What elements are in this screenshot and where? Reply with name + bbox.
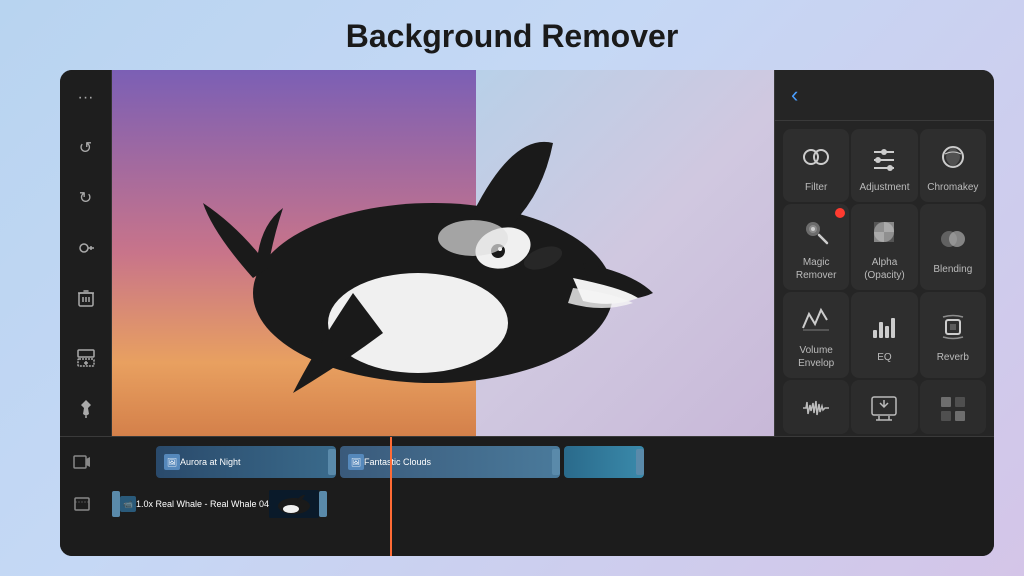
clip-aurora-label: Aurora at Night	[180, 457, 241, 467]
panel-item-volume[interactable]: Volume Envelop	[783, 292, 849, 378]
clip-fantastic-clouds[interactable]: 🖼 Fantastic Clouds	[340, 446, 560, 478]
timeline-tracks: 0:16:789 🖼 Aurora at Night 🖼 Fan	[60, 437, 994, 556]
panel-item-reverb[interactable]: Reverb	[920, 292, 986, 378]
panel-back-header: ‹	[775, 70, 994, 121]
panel-item-magic-remover[interactable]: Magic Remover	[783, 204, 849, 290]
pattern-grid-icon	[935, 390, 971, 426]
panel-item-adjustment[interactable]: Adjustment	[851, 129, 917, 202]
panel-item-blending[interactable]: Blending	[920, 204, 986, 290]
reverb-label: Reverb	[937, 351, 969, 364]
magic-remover-label: Magic Remover	[787, 256, 845, 282]
panel-item-chromakey[interactable]: Chromakey	[920, 129, 986, 202]
clip-aurora-at-night[interactable]: 🖼 Aurora at Night	[156, 446, 336, 478]
alpha-label: Alpha (Opacity)	[855, 256, 913, 282]
filter-icon	[798, 139, 834, 175]
eq-icon	[866, 309, 902, 345]
timeline-area: 0:16:789 🖼 Aurora at Night 🖼 Fan	[60, 436, 994, 556]
eq-label: EQ	[877, 351, 891, 364]
export-frame-icon	[866, 390, 902, 426]
page-title: Background Remover	[346, 18, 679, 55]
clip-real-whale[interactable]: 📹 1.0x Real Whale - Real Whale 04	[104, 488, 327, 520]
adjustment-label: Adjustment	[859, 181, 909, 194]
blending-icon	[935, 221, 971, 257]
right-panel: ‹ Filter	[774, 70, 994, 436]
waveform-icon	[798, 390, 834, 426]
clip-whale-end-handle[interactable]	[319, 491, 327, 517]
clip-clouds2-end-handle[interactable]	[636, 449, 644, 475]
panel-item-filter[interactable]: Filter	[783, 129, 849, 202]
undo-icon[interactable]: ↺	[70, 132, 102, 164]
clip-clouds-label: Fantastic Clouds	[364, 457, 431, 467]
panel-item-alpha[interactable]: Alpha (Opacity)	[851, 204, 917, 290]
magic-remover-icon	[798, 214, 834, 250]
pin-icon[interactable]	[70, 392, 102, 424]
clip-clouds-end-handle[interactable]	[552, 449, 560, 475]
reverb-icon	[935, 309, 971, 345]
clip-whale-icon: 📹	[120, 496, 136, 512]
whale-thumbnail	[269, 490, 319, 518]
blending-label: Blending	[933, 263, 972, 276]
clip-clouds-2[interactable]	[564, 446, 644, 478]
clip-clouds-icon: 🖼	[348, 454, 364, 470]
volume-envelop-label: Volume Envelop	[787, 344, 845, 370]
more-options-icon[interactable]: ···	[70, 82, 102, 114]
alpha-icon	[866, 214, 902, 250]
chromakey-icon	[935, 139, 971, 175]
panel-item-waveform[interactable]	[783, 380, 849, 434]
left-sidebar: ··· ↺ ↻	[60, 70, 112, 436]
clip-whale-start-handle[interactable]	[112, 491, 120, 517]
filter-label: Filter	[805, 181, 827, 194]
adjustment-icon	[866, 139, 902, 175]
add-track-icon[interactable]	[70, 342, 102, 374]
delete-icon[interactable]	[70, 282, 102, 314]
whale-preview	[112, 70, 774, 436]
chromakey-label: Chromakey	[927, 181, 978, 194]
clip-aurora-end-handle[interactable]	[328, 449, 336, 475]
preview-area	[112, 70, 774, 436]
app-container: ··· ↺ ↻	[60, 70, 994, 556]
playhead[interactable]: 0:16:789	[390, 437, 392, 556]
panel-item-eq[interactable]: EQ	[851, 292, 917, 378]
panel-item-pattern[interactable]	[920, 380, 986, 434]
panel-grid: Filter Adjustment	[775, 121, 994, 436]
track-row-whale: 📹 1.0x Real Whale - Real Whale 04	[60, 485, 994, 523]
back-button[interactable]: ‹	[791, 82, 798, 108]
clip-aurora-icon: 🖼	[164, 454, 180, 470]
redo-icon[interactable]: ↻	[70, 182, 102, 214]
panel-item-export-frame[interactable]	[851, 380, 917, 434]
track-row-video: 🖼 Aurora at Night 🖼 Fantastic Clouds	[60, 443, 994, 481]
magic-remover-badge	[835, 208, 845, 218]
key-icon[interactable]	[70, 232, 102, 264]
track-video-icon	[60, 446, 104, 478]
main-area: ··· ↺ ↻	[60, 70, 994, 436]
clip-whale-label: 1.0x Real Whale - Real Whale 04	[136, 499, 269, 509]
volume-envelop-icon	[798, 302, 834, 338]
track-whale-icon	[60, 488, 104, 520]
